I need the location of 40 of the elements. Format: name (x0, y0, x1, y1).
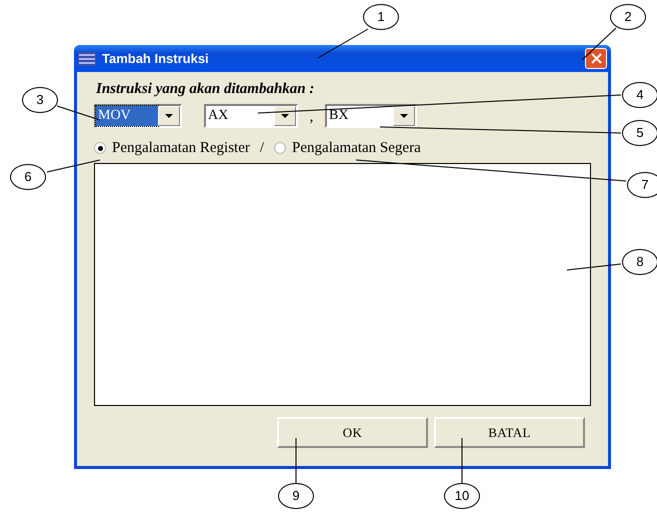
radio-button[interactable] (274, 142, 286, 154)
dropdown-button[interactable] (158, 106, 180, 126)
callout-number: 8 (622, 249, 657, 275)
dropdown-value: AX (207, 107, 230, 125)
dialog-button[interactable]: OK (277, 417, 428, 448)
callout-number: 4 (622, 82, 657, 108)
addressing-separator: / (260, 138, 264, 158)
window-title: Tambah Instruksi (102, 50, 210, 68)
callout-number: 7 (627, 172, 657, 198)
leader-line (566, 264, 622, 270)
dropdown-value: BX (328, 107, 350, 125)
leader-line (318, 28, 368, 58)
caret-icon (165, 114, 173, 118)
leader-line (56, 106, 100, 120)
dropdown-button[interactable] (393, 106, 415, 126)
callout-number: 3 (22, 87, 58, 113)
leader-line (582, 28, 616, 60)
dropdown-button[interactable] (274, 106, 296, 126)
close-icon (590, 53, 602, 64)
leader-line (46, 160, 100, 172)
dropdown[interactable]: AX (204, 104, 298, 128)
callout-number: 10 (444, 483, 480, 509)
dropdown[interactable]: MOV (94, 104, 182, 128)
radio-option[interactable]: Pengalamatan Register (94, 136, 250, 160)
prompt-label: Instruksi yang akan ditambahkan : (94, 80, 316, 98)
radio-option[interactable]: Pengalamatan Segera (274, 136, 421, 160)
caret-icon (400, 114, 408, 118)
radio-button[interactable] (94, 142, 106, 154)
callout-number: 5 (622, 120, 657, 146)
dialog-button[interactable]: BATAL (434, 417, 585, 448)
dropdown-value: MOV (96, 106, 158, 126)
app-icon (78, 52, 96, 66)
caret-icon (281, 114, 289, 118)
callout-number: 6 (10, 164, 46, 190)
callout-number: 9 (278, 483, 314, 509)
callout-number: 2 (610, 4, 646, 30)
close-button[interactable] (585, 48, 607, 69)
callout-number: 1 (363, 4, 399, 30)
dropdown[interactable]: BX (325, 104, 417, 128)
operand-separator: , (308, 108, 314, 126)
